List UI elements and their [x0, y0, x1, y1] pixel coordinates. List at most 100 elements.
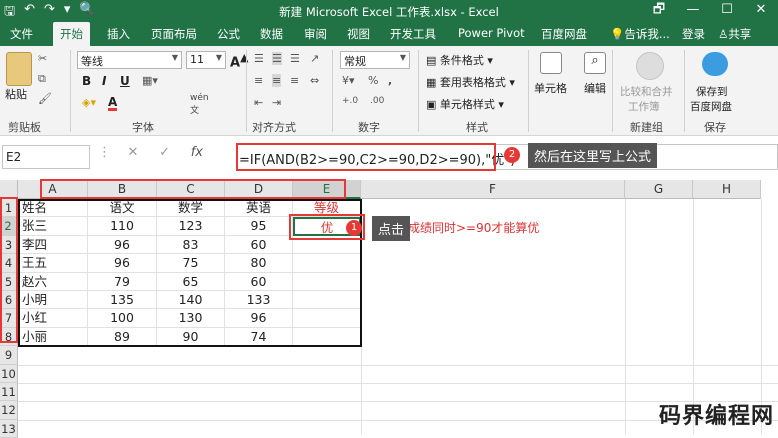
- border-icon[interactable]: ▦▾: [142, 74, 158, 87]
- col-header-f[interactable]: F: [361, 180, 625, 199]
- row-header-11[interactable]: 11: [0, 383, 18, 402]
- tab-home[interactable]: 开始: [53, 22, 90, 46]
- tab-data[interactable]: 数据: [260, 26, 283, 42]
- compare-merge-button[interactable]: 比较和合并 工作簿: [620, 84, 673, 114]
- format-as-table-button[interactable]: ▦ 套用表格格式 ▾: [426, 74, 515, 90]
- cell-e6[interactable]: [293, 291, 361, 310]
- align-bottom-icon[interactable]: ☰: [290, 52, 300, 65]
- cell-e5[interactable]: [293, 272, 361, 291]
- cell-a1[interactable]: 姓名: [18, 199, 88, 218]
- decrease-indent-icon[interactable]: ⇤: [254, 96, 263, 109]
- decrease-decimal-button[interactable]: .00: [370, 96, 384, 106]
- cell-styles-button[interactable]: ▣ 单元格样式 ▾: [426, 96, 504, 112]
- compare-merge-icon[interactable]: [636, 52, 664, 80]
- underline-button[interactable]: U: [120, 74, 130, 88]
- tab-page-layout[interactable]: 页面布局: [151, 26, 197, 42]
- merge-center-icon[interactable]: ⇔: [310, 74, 319, 87]
- cell-a5[interactable]: 赵六: [18, 272, 88, 291]
- tab-baidu-netdisk[interactable]: 百度网盘: [541, 26, 587, 42]
- close-button[interactable]: ✕: [744, 0, 778, 22]
- row-header-12[interactable]: 12: [0, 401, 18, 420]
- thousands-button[interactable]: ,: [388, 74, 392, 87]
- ribbon-display-button[interactable]: 🗗: [642, 0, 676, 22]
- tab-view[interactable]: 视图: [347, 26, 370, 42]
- tab-power-pivot[interactable]: Power Pivot: [458, 26, 525, 40]
- currency-icon[interactable]: ¥▾: [342, 74, 355, 87]
- cell-b4[interactable]: 96: [88, 254, 157, 273]
- align-center-icon[interactable]: ≡: [272, 74, 282, 87]
- paste-button[interactable]: 粘贴: [5, 86, 27, 102]
- cell-a8[interactable]: 小丽: [18, 327, 88, 347]
- cell-e8[interactable]: [293, 327, 361, 347]
- cell-c7[interactable]: 130: [157, 309, 225, 328]
- tell-me-search[interactable]: 💡告诉我...: [610, 26, 670, 42]
- align-right-icon[interactable]: ≡: [290, 74, 299, 87]
- row-header-13[interactable]: 13: [0, 419, 18, 438]
- increase-decimal-button[interactable]: +.0: [342, 96, 358, 106]
- cell-c3[interactable]: 83: [157, 235, 225, 255]
- tab-formulas[interactable]: 公式: [217, 26, 240, 42]
- fill-color-icon[interactable]: ◈▾: [82, 96, 96, 109]
- font-color-button[interactable]: A: [108, 96, 118, 111]
- row-header-10[interactable]: 10: [0, 364, 18, 383]
- cell-b5[interactable]: 79: [88, 272, 157, 291]
- save-to-baidu-button[interactable]: 保存到 百度网盘: [690, 84, 732, 114]
- cell-b2[interactable]: 110: [88, 217, 157, 236]
- cut-icon[interactable]: ✂: [38, 52, 47, 65]
- percent-button[interactable]: %: [368, 74, 378, 87]
- italic-button[interactable]: I: [102, 74, 106, 88]
- align-middle-icon[interactable]: ☰: [272, 52, 282, 65]
- cell-a7[interactable]: 小红: [18, 309, 88, 328]
- cell-d4[interactable]: 80: [225, 254, 293, 273]
- share-button[interactable]: ♙共享: [718, 26, 751, 42]
- cell-d2[interactable]: 95: [225, 217, 293, 236]
- col-header-h[interactable]: H: [693, 180, 761, 199]
- cell-b8[interactable]: 89: [88, 327, 157, 347]
- cell-a6[interactable]: 小明: [18, 291, 88, 310]
- bold-button[interactable]: B: [82, 74, 91, 88]
- cell-c2[interactable]: 123: [157, 217, 225, 236]
- cell-b7[interactable]: 100: [88, 309, 157, 328]
- col-header-g[interactable]: G: [625, 180, 693, 199]
- cell-d6[interactable]: 133: [225, 291, 293, 310]
- cell-d7[interactable]: 96: [225, 309, 293, 328]
- cells-icon[interactable]: [540, 52, 562, 74]
- cell-e4[interactable]: [293, 254, 361, 273]
- enter-icon[interactable]: ✓: [159, 145, 170, 160]
- align-left-icon[interactable]: ≡: [254, 74, 263, 87]
- increase-indent-icon[interactable]: ⇥: [272, 96, 281, 109]
- cell-c8[interactable]: 90: [157, 327, 225, 347]
- name-box[interactable]: E2: [2, 145, 90, 169]
- cell-c6[interactable]: 140: [157, 291, 225, 310]
- cell-b1[interactable]: 语文: [88, 199, 157, 218]
- cell-c1[interactable]: 数学: [157, 199, 225, 218]
- cell-e7[interactable]: [293, 309, 361, 328]
- cells-button[interactable]: 单元格: [534, 80, 567, 96]
- baidu-cloud-icon[interactable]: [702, 52, 728, 76]
- conditional-format-button[interactable]: ▤ 条件格式 ▾: [426, 52, 493, 68]
- cell-a3[interactable]: 李四: [18, 235, 88, 255]
- cell-a4[interactable]: 王五: [18, 254, 88, 273]
- cell-a2[interactable]: 张三: [18, 217, 88, 236]
- cell-c5[interactable]: 65: [157, 272, 225, 291]
- font-name-select[interactable]: 等线 ▼: [77, 51, 182, 69]
- cell-c4[interactable]: 75: [157, 254, 225, 273]
- tab-insert[interactable]: 插入: [107, 26, 130, 42]
- cell-b3[interactable]: 96: [88, 235, 157, 255]
- editing-button[interactable]: 编辑: [584, 80, 606, 96]
- cell-d8[interactable]: 74: [225, 327, 293, 347]
- cell-b6[interactable]: 135: [88, 291, 157, 310]
- copy-icon[interactable]: ⧉: [38, 72, 46, 86]
- minimize-button[interactable]: —: [676, 0, 710, 22]
- tab-file[interactable]: 文件: [10, 26, 33, 42]
- tab-review[interactable]: 审阅: [304, 26, 327, 42]
- row-header-9[interactable]: 9: [0, 346, 18, 365]
- number-format-select[interactable]: 常规 ▼: [340, 51, 410, 69]
- font-size-select[interactable]: 11 ▼: [186, 51, 226, 69]
- cell-d1[interactable]: 英语: [225, 199, 293, 218]
- phonetic-guide-button[interactable]: wén 文: [190, 93, 209, 116]
- cell-d3[interactable]: 60: [225, 235, 293, 255]
- format-painter-icon[interactable]: 🖌: [38, 92, 52, 105]
- paste-icon[interactable]: [6, 52, 32, 86]
- login-link[interactable]: 登录: [682, 26, 705, 42]
